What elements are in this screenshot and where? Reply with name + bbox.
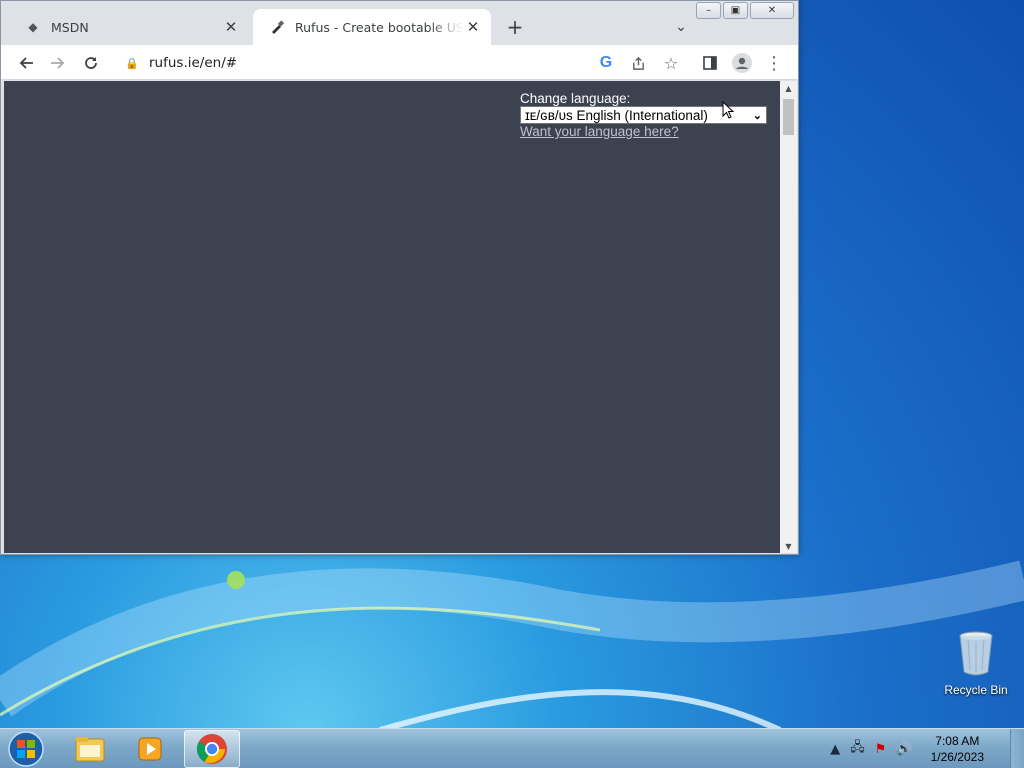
system-tray: ▲ 🖧 ⚑ 🔊 7:08 AM 1/26/2023 <box>830 729 984 768</box>
volume-icon[interactable]: 🔊 <box>896 742 912 757</box>
scroll-down-arrow-icon[interactable]: ▼ <box>780 539 797 553</box>
tab-search-chevron-icon[interactable]: ⌄ <box>669 15 693 39</box>
chrome-taskbar-button[interactable] <box>184 730 240 768</box>
side-panel-icon[interactable] <box>697 50 723 76</box>
tab-title: Rufus - Create bootable USB drive <box>295 19 463 35</box>
action-center-flag-icon[interactable]: ⚑ <box>875 742 887 757</box>
minimize-button[interactable]: – <box>696 2 721 19</box>
recycle-bin[interactable]: Recycle Bin <box>944 630 1008 697</box>
folder-icon <box>75 737 105 762</box>
network-icon[interactable]: 🖧 <box>850 738 865 760</box>
scroll-thumb[interactable] <box>783 99 794 135</box>
google-lens-icon[interactable]: G <box>593 50 619 76</box>
browser-toolbar: 🔒 rufus.ie/en/# G ☆ ⋮ <box>1 45 798 80</box>
profile-avatar-icon[interactable] <box>729 50 755 76</box>
clock[interactable]: 7:08 AM 1/26/2023 <box>931 733 984 765</box>
new-tab-button[interactable]: + <box>503 15 527 39</box>
back-arrow-icon[interactable] <box>13 50 39 76</box>
maximize-button[interactable]: ▣ <box>723 2 748 19</box>
language-selected-value: ɪᴇ/ɢʙ/ᴜs English (International) <box>525 107 708 123</box>
msdn-diamond-icon: ◆ <box>28 20 38 34</box>
tab-close-icon[interactable]: ✕ <box>463 17 483 37</box>
show-desktop-button[interactable] <box>1010 729 1024 768</box>
chevron-down-icon: ⌄ <box>752 109 762 122</box>
url-text: rufus.ie/en/# <box>149 55 238 71</box>
taskbar: ▲ 🖧 ⚑ 🔊 7:08 AM 1/26/2023 <box>0 728 1024 768</box>
reload-icon[interactable] <box>78 50 104 76</box>
scroll-up-arrow-icon[interactable]: ▲ <box>780 81 797 95</box>
media-player-taskbar-button[interactable] <box>122 730 178 768</box>
media-player-icon <box>138 737 162 761</box>
page-viewport: Change language: ɪᴇ/ɢʙ/ᴜs English (Inter… <box>4 81 780 553</box>
lock-icon[interactable]: 🔒 <box>125 57 139 70</box>
clock-date: 1/26/2023 <box>930 750 984 764</box>
usb-key-icon <box>269 19 285 35</box>
forward-arrow-icon[interactable] <box>45 50 71 76</box>
menu-kebab-icon[interactable]: ⋮ <box>761 50 787 76</box>
tab-title: MSDN <box>51 19 89 35</box>
browser-window: ◆ MSDN ✕ Rufus - Create bootable USB dri… <box>0 0 799 555</box>
share-icon[interactable] <box>625 50 651 76</box>
page-scrollbar[interactable]: ▲ ▼ <box>780 81 797 553</box>
bookmark-star-icon[interactable]: ☆ <box>658 50 684 76</box>
show-hidden-icons-arrow-icon[interactable]: ▲ <box>830 742 840 757</box>
clock-time: 7:08 AM <box>935 734 980 748</box>
close-window-button[interactable]: ✕ <box>750 2 794 19</box>
tab-strip: ◆ MSDN ✕ Rufus - Create bootable USB dri… <box>1 1 798 45</box>
tab-msdn[interactable]: ◆ MSDN ✕ <box>9 9 249 45</box>
tab-rufus[interactable]: Rufus - Create bootable USB drive ✕ <box>253 9 491 45</box>
mouse-pointer-icon <box>722 101 734 119</box>
tab-close-icon[interactable]: ✕ <box>221 17 241 37</box>
address-bar[interactable]: 🔒 rufus.ie/en/# <box>117 49 653 77</box>
chrome-icon <box>196 734 227 764</box>
explorer-taskbar-button[interactable] <box>62 730 118 768</box>
window-caption-buttons: – ▣ ✕ <box>696 2 794 19</box>
want-your-language-link[interactable]: Want your language here? <box>520 124 767 139</box>
desktop-wallpaper <box>0 540 1024 733</box>
recycle-bin-icon <box>959 631 993 676</box>
recycle-bin-label: Recycle Bin <box>944 683 1008 697</box>
start-button-icon[interactable] <box>6 730 46 768</box>
